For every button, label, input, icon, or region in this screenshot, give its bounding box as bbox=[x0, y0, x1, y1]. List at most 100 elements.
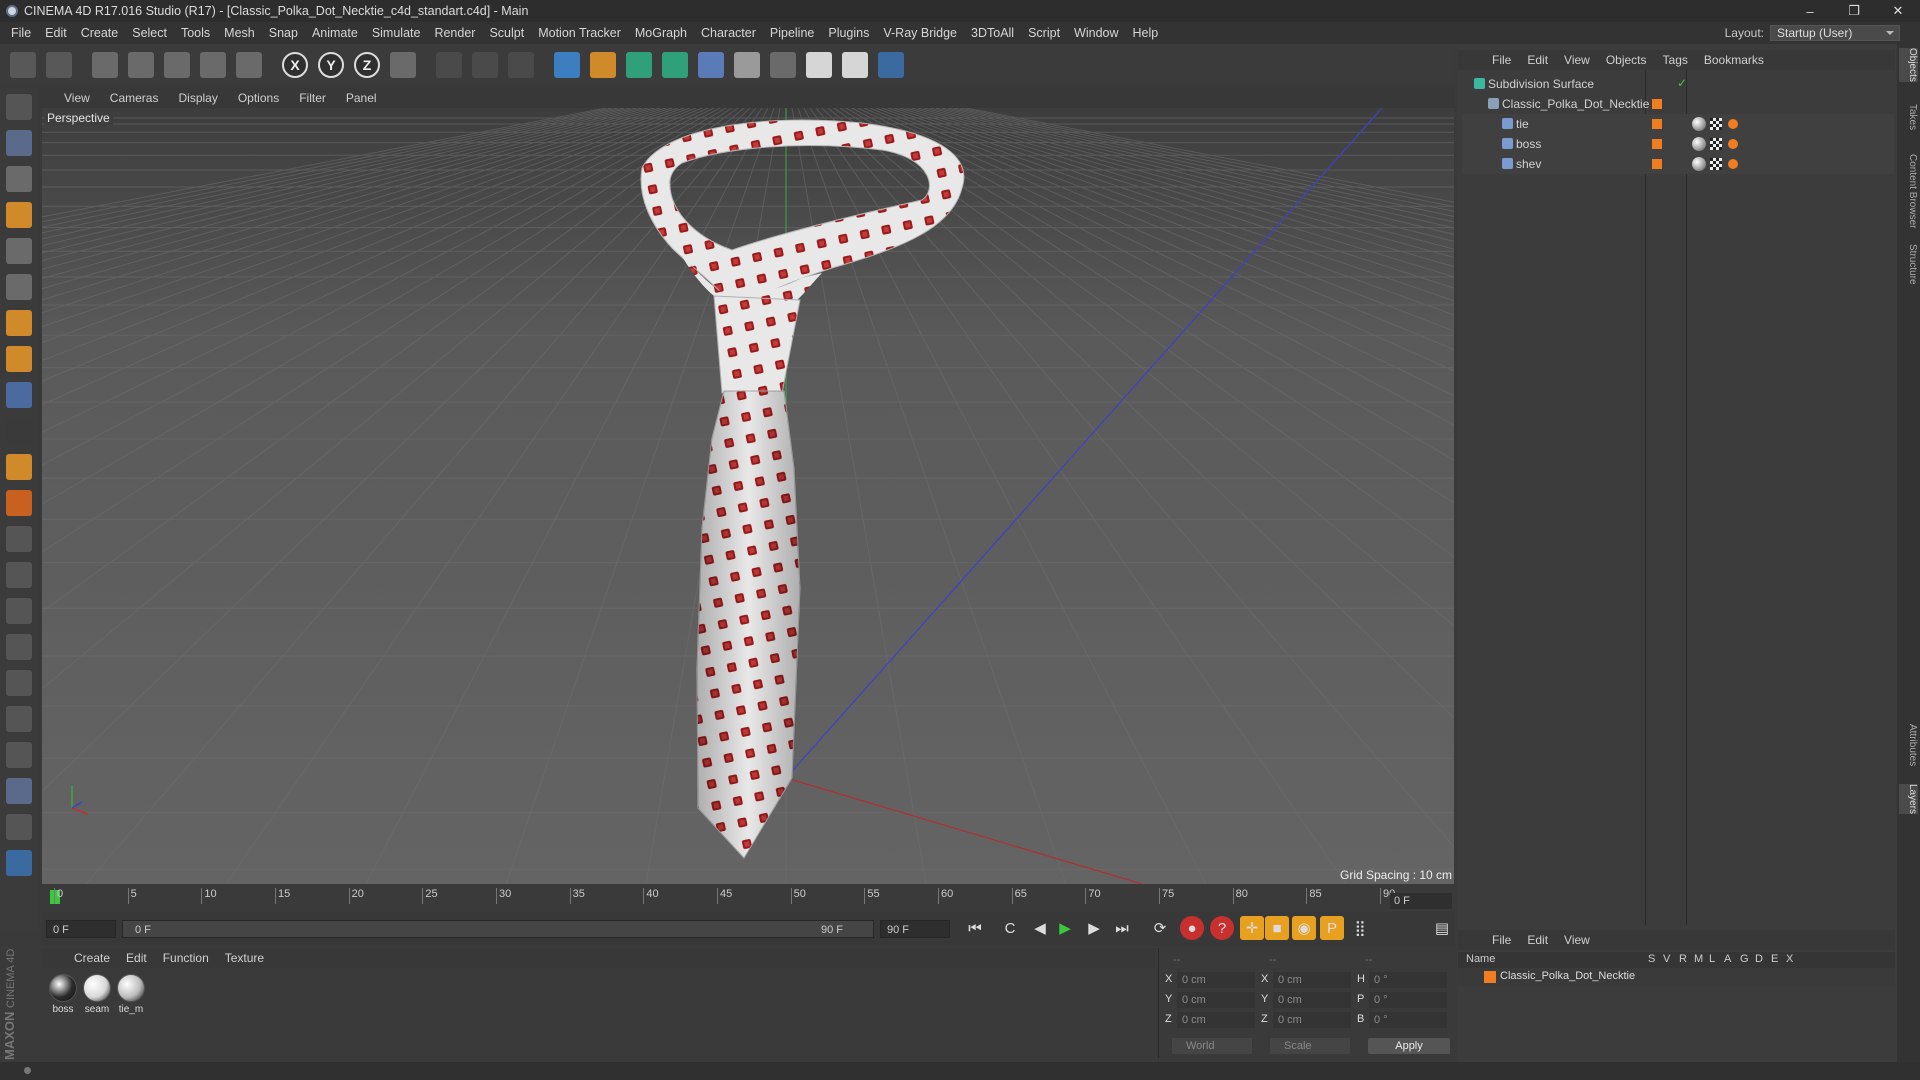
layout-dropdown[interactable]: Startup (User) bbox=[1770, 25, 1900, 41]
start-frame-field[interactable]: 0 F bbox=[46, 920, 116, 938]
autokey-button[interactable]: ? bbox=[1210, 916, 1234, 940]
object-row-tie[interactable]: tie bbox=[1462, 114, 1894, 134]
loop-button[interactable] bbox=[2, 666, 36, 700]
coord-value-field[interactable]: 0 cm bbox=[1273, 972, 1351, 988]
go-end-button[interactable]: ⏭ bbox=[1110, 916, 1134, 940]
object-menu-bookmarks[interactable]: Bookmarks bbox=[1696, 53, 1772, 67]
axis-mode-button[interactable] bbox=[2, 342, 36, 376]
weld-button[interactable] bbox=[2, 738, 36, 772]
timeline-button[interactable]: ▤ bbox=[1430, 916, 1454, 940]
material-tag-icon[interactable] bbox=[1692, 117, 1706, 131]
menu-v-ray-bridge[interactable]: V-Ray Bridge bbox=[876, 26, 964, 40]
current-frame-field[interactable]: 0 F bbox=[1390, 893, 1452, 909]
side-tab-content-browser[interactable]: Content Browser bbox=[1899, 154, 1918, 228]
python-console-button[interactable] bbox=[2, 846, 36, 880]
go-start-button[interactable]: ⏮ bbox=[963, 916, 987, 940]
side-tab-takes[interactable]: Takes bbox=[1899, 104, 1918, 130]
bevel-button[interactable] bbox=[2, 630, 36, 664]
coord-value-field[interactable]: 0 cm bbox=[1177, 992, 1255, 1008]
viewport-menu-view[interactable]: View bbox=[54, 91, 100, 105]
coord-value-field[interactable]: 0 ° bbox=[1369, 1012, 1447, 1028]
workplane-button[interactable] bbox=[2, 198, 36, 232]
edit-render-settings-button[interactable] bbox=[504, 48, 538, 82]
key-rotate-button[interactable]: ◉ bbox=[1292, 916, 1316, 940]
solo-button[interactable] bbox=[2, 414, 36, 448]
play-button[interactable]: ▶ bbox=[1053, 916, 1077, 940]
material-item[interactable]: tie_m bbox=[116, 974, 146, 1015]
layer-menu-file[interactable]: File bbox=[1484, 933, 1519, 947]
light-button[interactable] bbox=[802, 48, 836, 82]
texture-tag-icon[interactable] bbox=[1710, 158, 1722, 170]
coord-value-field[interactable]: 0 cm bbox=[1177, 972, 1255, 988]
render-view-button[interactable] bbox=[432, 48, 466, 82]
object-menu-tags[interactable]: Tags bbox=[1655, 53, 1696, 67]
step-forward-button[interactable]: ▶ bbox=[1082, 916, 1106, 940]
material-item[interactable]: seam bbox=[82, 974, 112, 1015]
camera-button[interactable] bbox=[766, 48, 800, 82]
menu-motion-tracker[interactable]: Motion Tracker bbox=[531, 26, 628, 40]
viewport-menu-panel[interactable]: Panel bbox=[336, 91, 387, 105]
python-button[interactable] bbox=[874, 48, 908, 82]
viewport-menu-filter[interactable]: Filter bbox=[289, 91, 336, 105]
coord-value-field[interactable]: 0 cm bbox=[1273, 992, 1351, 1008]
bridge-button[interactable] bbox=[2, 558, 36, 592]
floor-button[interactable] bbox=[730, 48, 764, 82]
polygons-mode-button[interactable] bbox=[2, 306, 36, 340]
menu-pipeline[interactable]: Pipeline bbox=[763, 26, 821, 40]
menu-tools[interactable]: Tools bbox=[174, 26, 217, 40]
record-key-button[interactable]: C bbox=[998, 916, 1022, 940]
deformer-button[interactable] bbox=[694, 48, 728, 82]
object-row-subdivision-surface[interactable]: Subdivision Surface ✓ bbox=[1462, 74, 1894, 94]
texture-mode-button[interactable] bbox=[2, 162, 36, 196]
tweak-mode-button[interactable] bbox=[2, 378, 36, 412]
side-tab-attributes[interactable]: Attributes bbox=[1899, 724, 1918, 766]
redo-button[interactable] bbox=[42, 48, 76, 82]
material-tag-icon[interactable] bbox=[1692, 137, 1706, 151]
menu-create[interactable]: Create bbox=[74, 26, 126, 40]
material-item[interactable]: boss bbox=[48, 974, 78, 1015]
layer-menu-view[interactable]: View bbox=[1556, 933, 1598, 947]
menu-plugins[interactable]: Plugins bbox=[821, 26, 876, 40]
object-menu-edit[interactable]: Edit bbox=[1519, 53, 1556, 67]
viewport-menu-display[interactable]: Display bbox=[168, 91, 227, 105]
key-scale-button[interactable]: ■ bbox=[1265, 916, 1289, 940]
move-button[interactable] bbox=[124, 48, 158, 82]
menu-snap[interactable]: Snap bbox=[262, 26, 305, 40]
edges-mode-button[interactable] bbox=[2, 270, 36, 304]
object-row-boss[interactable]: boss bbox=[1462, 134, 1894, 154]
coord-value-field[interactable]: 0 cm bbox=[1273, 1012, 1351, 1028]
frame-range-slider[interactable]: 0 F 90 F bbox=[122, 920, 874, 938]
coord-mode-dropdown[interactable]: World bbox=[1172, 1038, 1252, 1054]
menu-mograph[interactable]: MoGraph bbox=[628, 26, 694, 40]
coord-value-field[interactable]: 0 ° bbox=[1369, 992, 1447, 1008]
layer-row[interactable]: Classic_Polka_Dot_Necktie bbox=[1458, 968, 1895, 986]
side-tab-structure[interactable]: Structure bbox=[1899, 244, 1918, 285]
world-coord-button[interactable] bbox=[386, 48, 420, 82]
menu-help[interactable]: Help bbox=[1126, 26, 1166, 40]
timeline-ruler[interactable]: 051015202530354045505560657075808590 bbox=[42, 886, 1455, 910]
xpresso-button[interactable] bbox=[838, 48, 872, 82]
object-row-shev[interactable]: shev bbox=[1462, 154, 1894, 174]
render-picture-viewer-button[interactable] bbox=[468, 48, 502, 82]
close-button[interactable]: ✕ bbox=[1876, 0, 1920, 22]
scale-button[interactable] bbox=[160, 48, 194, 82]
material-menu-create[interactable]: Create bbox=[66, 951, 118, 965]
material-menu-edit[interactable]: Edit bbox=[118, 951, 155, 965]
undo-button[interactable] bbox=[6, 48, 40, 82]
magnet-button[interactable] bbox=[2, 450, 36, 484]
menu-character[interactable]: Character bbox=[694, 26, 763, 40]
menu-simulate[interactable]: Simulate bbox=[365, 26, 428, 40]
live-selection-button[interactable] bbox=[88, 48, 122, 82]
key-param-button[interactable]: P bbox=[1320, 916, 1344, 940]
object-menu-file[interactable]: File bbox=[1484, 53, 1519, 67]
rotate-button[interactable] bbox=[196, 48, 230, 82]
menu-select[interactable]: Select bbox=[125, 26, 174, 40]
cube-button[interactable] bbox=[550, 48, 584, 82]
subdivision-button[interactable] bbox=[622, 48, 656, 82]
minimize-button[interactable]: – bbox=[1788, 0, 1832, 22]
menu-file[interactable]: File bbox=[4, 26, 38, 40]
coord-value-field[interactable]: 0 ° bbox=[1369, 972, 1447, 988]
texture-tag-icon[interactable] bbox=[1710, 138, 1722, 150]
material-menu-function[interactable]: Function bbox=[155, 951, 217, 965]
menu-animate[interactable]: Animate bbox=[305, 26, 365, 40]
